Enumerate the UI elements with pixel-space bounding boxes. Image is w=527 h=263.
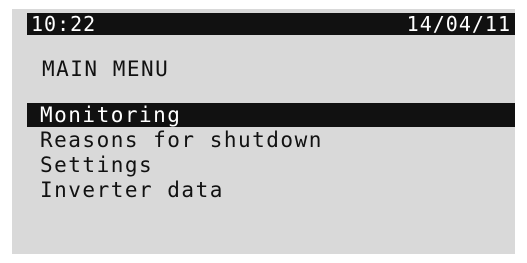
clock-time: 10:22	[31, 12, 97, 36]
menu-item-reasons-for-shutdown[interactable]: Reasons for shutdown	[27, 128, 515, 152]
menu-item-label: Inverter data	[40, 178, 224, 202]
menu-item-label: Settings	[40, 153, 154, 177]
menu-item-inverter-data[interactable]: Inverter data	[27, 178, 515, 202]
lcd-screen: 10:22 14/04/11 MAIN MENU Monitoring Reas…	[12, 9, 515, 254]
menu-item-monitoring[interactable]: Monitoring	[27, 103, 515, 127]
status-bar: 10:22 14/04/11	[27, 13, 515, 35]
main-menu-list: Monitoring Reasons for shutdown Settings…	[27, 103, 515, 203]
menu-item-label: Monitoring	[40, 103, 182, 127]
menu-title: MAIN MENU	[42, 57, 170, 81]
menu-item-label: Reasons for shutdown	[40, 128, 323, 152]
current-date: 14/04/11	[406, 12, 511, 36]
menu-item-settings[interactable]: Settings	[27, 153, 515, 177]
